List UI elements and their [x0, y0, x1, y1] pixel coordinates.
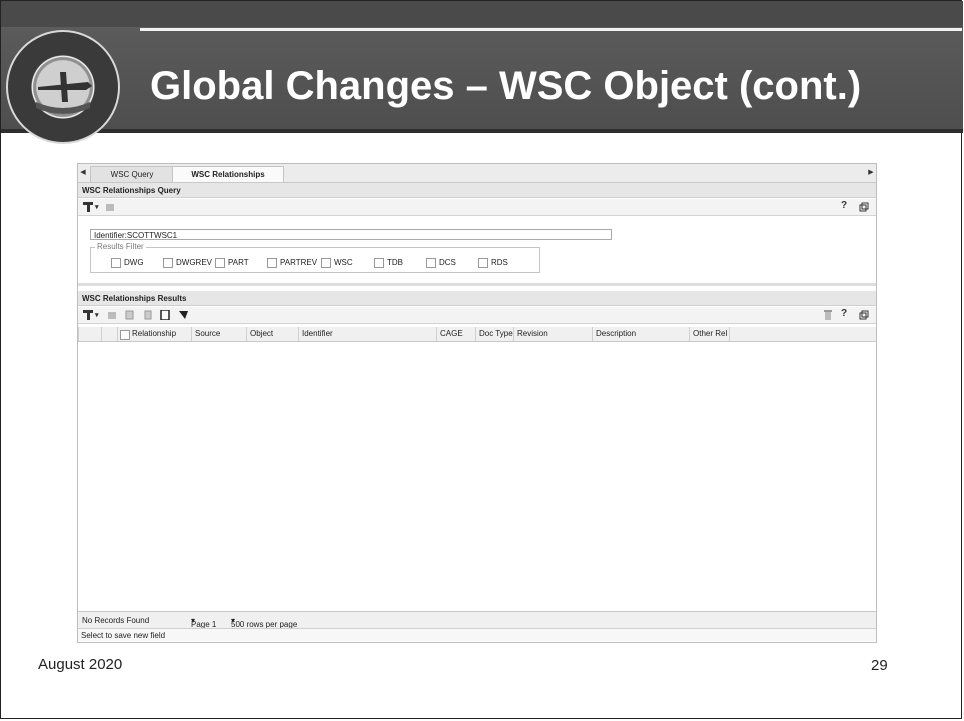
checkbox-icon[interactable]	[374, 258, 384, 268]
tab-scroll-right-icon[interactable]: ▶	[866, 164, 876, 182]
filter-rds[interactable]: RDS	[478, 258, 508, 268]
results-grid-header: Relationship Source Object Identifier CA…	[78, 327, 876, 342]
records-status: No Records Found	[82, 616, 150, 625]
status-bar: Select to save new field	[78, 628, 876, 641]
restore-window-icon[interactable]	[859, 202, 869, 212]
identifier-input[interactable]: Identifier:SCOTTWSC1	[90, 229, 612, 240]
column-cage[interactable]: CAGE	[436, 327, 475, 341]
restore-window-icon[interactable]	[859, 310, 869, 320]
results-section-title: WSC Relationships Results	[78, 291, 876, 306]
checkbox-icon[interactable]	[163, 258, 173, 268]
copy-icon[interactable]	[125, 310, 135, 320]
page-number: 29	[871, 657, 888, 674]
column-description[interactable]: Description	[592, 327, 689, 341]
column-relationship[interactable]: Relationship	[129, 327, 191, 341]
filter-dwgrev[interactable]: DWGREV	[163, 258, 212, 268]
seal-logo-icon	[6, 30, 120, 144]
tab-scroll-left-icon[interactable]: ◀	[78, 164, 88, 182]
tab-wsc-query[interactable]: WSC Query	[90, 166, 174, 182]
checkbox-icon[interactable]	[321, 258, 331, 268]
tab-bar: ◀ WSC Query WSC Relationships ▶	[78, 164, 876, 183]
rows-per-page-selector[interactable]: 500 rows per page ▾	[231, 616, 297, 629]
column-revision[interactable]: Revision	[513, 327, 592, 341]
export-icon[interactable]	[105, 202, 115, 212]
checkbox-icon[interactable]	[111, 258, 121, 268]
results-toolbar: ▾ ?	[78, 307, 876, 324]
results-filter-group: Results Filter DWG DWGREV PART PARTREV W…	[90, 242, 540, 273]
pager-bar: No Records Found Page 1 ▾ 500 rows per p…	[78, 611, 876, 629]
filter-wsc[interactable]: WSC	[321, 258, 353, 268]
tab-wsc-relationships[interactable]: WSC Relationships	[172, 166, 284, 182]
header-strip	[1, 1, 963, 27]
panel-splitter[interactable]	[78, 283, 876, 286]
dropdown-arrow-icon[interactable]: ▾	[95, 203, 99, 211]
checkbox-icon[interactable]	[215, 258, 225, 268]
app-window: ◀ WSC Query WSC Relationships ▶ WSC Rela…	[77, 163, 877, 643]
filter-dwg[interactable]: DWG	[111, 258, 144, 268]
help-icon[interactable]: ?	[841, 200, 847, 211]
checkbox-icon[interactable]	[478, 258, 488, 268]
query-section-title: WSC Relationships Query	[78, 183, 876, 198]
checkbox-icon[interactable]	[426, 258, 436, 268]
results-filter-legend: Results Filter	[95, 242, 146, 251]
export-icon[interactable]	[107, 310, 117, 320]
page-selector[interactable]: Page 1 ▾	[191, 616, 216, 629]
filter-tdb[interactable]: TDB	[374, 258, 403, 268]
dropdown-arrow-icon[interactable]: ▾	[95, 311, 99, 319]
column-object[interactable]: Object	[246, 327, 298, 341]
column-other-rel[interactable]: Other Rel	[689, 327, 729, 341]
query-toolbar: ▾ ?	[78, 199, 876, 216]
column-filler	[729, 327, 876, 341]
paste-icon[interactable]	[143, 310, 153, 320]
row-indicator-column	[101, 327, 117, 341]
filter-part[interactable]: PART	[215, 258, 249, 268]
footer-date: August 2020	[38, 656, 123, 673]
help-icon[interactable]: ?	[841, 308, 847, 319]
column-source[interactable]: Source	[191, 327, 246, 341]
column-identifier[interactable]: Identifier	[298, 327, 436, 341]
checkbox-icon[interactable]	[267, 258, 277, 268]
clear-filter-icon[interactable]	[179, 310, 189, 320]
header-divider	[1, 129, 963, 133]
slide-title: Global Changes – WSC Object (cont.)	[150, 64, 862, 108]
select-all-checkbox[interactable]	[117, 327, 130, 341]
delete-icon[interactable]	[823, 310, 833, 320]
column-doc-type[interactable]: Doc Type	[475, 327, 513, 341]
column-chooser-icon[interactable]	[83, 202, 93, 212]
results-grid-body	[78, 342, 876, 611]
filter-partrev[interactable]: PARTREV	[267, 258, 317, 268]
filter-dcs[interactable]: DCS	[426, 258, 456, 268]
row-number-column	[78, 327, 101, 341]
new-document-icon[interactable]	[160, 310, 170, 320]
column-chooser-icon[interactable]	[83, 310, 93, 320]
header-accent-line	[140, 28, 962, 31]
